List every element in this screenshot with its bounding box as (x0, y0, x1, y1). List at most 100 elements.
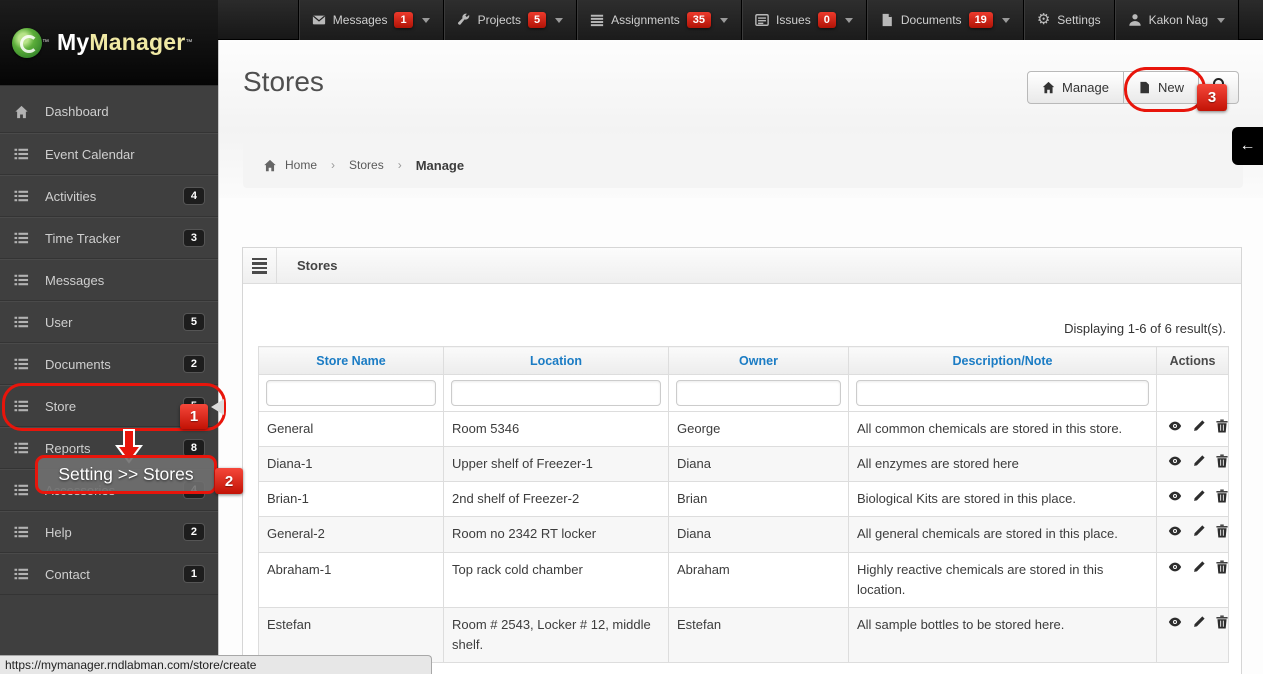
sidebar-item-time-tracker[interactable]: Time Tracker 3 (0, 217, 218, 259)
contact-count-badge: 1 (183, 566, 204, 582)
view-eye-icon[interactable] (1168, 489, 1182, 503)
nav-issues-label: Issues (776, 13, 811, 27)
delete-trash-icon[interactable] (1215, 419, 1229, 433)
sidebar-item-user[interactable]: User 5 (0, 301, 218, 343)
delete-trash-icon[interactable] (1215, 454, 1229, 468)
column-header-owner[interactable]: Owner (668, 346, 849, 375)
chevron-down-icon (844, 17, 853, 23)
delete-trash-icon[interactable] (1215, 560, 1229, 574)
nav-assignments[interactable]: Assignments 35 (576, 0, 742, 40)
delete-trash-icon[interactable] (1215, 489, 1229, 503)
view-eye-icon[interactable] (1168, 524, 1182, 538)
manage-button[interactable]: Manage (1027, 71, 1124, 104)
chevron-down-icon (1001, 17, 1010, 23)
filter-location-input[interactable] (451, 380, 661, 406)
update-pencil-icon[interactable] (1192, 524, 1206, 538)
sidebar-item-label: Dashboard (45, 104, 109, 119)
view-eye-icon[interactable] (1168, 454, 1182, 468)
cell-description: Highly reactive chemicals are stored in … (848, 551, 1157, 608)
reports-count-badge: 8 (183, 440, 204, 456)
nav-issues[interactable]: Issues 0 (741, 0, 866, 40)
view-eye-icon[interactable] (1168, 560, 1182, 574)
nav-documents[interactable]: Documents 19 (865, 0, 1023, 40)
panel-menu-button[interactable] (243, 248, 277, 283)
grid-summary: Displaying 1-6 of 6 result(s). (1064, 321, 1226, 336)
brand-manager: Manager (89, 29, 186, 55)
update-pencil-icon[interactable] (1192, 560, 1206, 574)
breadcrumb-home[interactable]: Home (285, 158, 317, 172)
documents-count-badge: 2 (183, 356, 204, 372)
cell-location: Room no 2342 RT locker (443, 516, 669, 553)
annotation-step-2-badge: 2 (215, 468, 243, 494)
column-header-description[interactable]: Description/Note (848, 346, 1157, 375)
sidebar-item-label: Help (45, 524, 72, 540)
nav-messages-label: Messages (332, 13, 388, 27)
cell-store-name: Diana-1 (258, 446, 444, 483)
nav-user-menu[interactable]: Kakon Nag (1113, 0, 1239, 40)
filter-owner-input[interactable] (676, 380, 841, 406)
delete-trash-icon[interactable] (1215, 615, 1229, 629)
manage-button-label: Manage (1062, 80, 1109, 95)
nav-settings-label: Settings (1057, 13, 1101, 27)
sidebar-item-help[interactable]: Help 2 (0, 511, 218, 553)
update-pencil-icon[interactable] (1192, 615, 1206, 629)
sidebar-item-messages[interactable]: Messages (0, 259, 218, 301)
page-header: Stores Manage New (219, 40, 1263, 130)
sidebar-item-label: User (45, 314, 73, 330)
filter-description-input[interactable] (856, 380, 1149, 406)
sort-link-location[interactable]: Location (530, 354, 582, 368)
cell-store-name: General-2 (258, 516, 444, 553)
table-row: Abraham-1 Top rack cold chamber Abraham … (258, 551, 1229, 608)
column-header-location[interactable]: Location (443, 346, 669, 375)
nav-documents-label: Documents (900, 13, 962, 27)
chevron-down-icon (555, 17, 564, 23)
update-pencil-icon[interactable] (1192, 489, 1206, 503)
hamburger-icon (252, 256, 267, 276)
view-eye-icon[interactable] (1168, 419, 1182, 433)
activities-count-badge: 4 (183, 188, 204, 204)
time-tracker-count-badge: 3 (183, 230, 204, 246)
sort-link-description[interactable]: Description/Note (952, 354, 1052, 368)
column-header-store-name[interactable]: Store Name (258, 346, 444, 375)
filter-store-name-input[interactable] (266, 380, 436, 406)
cell-actions (1156, 551, 1229, 608)
sort-link-store-name[interactable]: Store Name (316, 354, 385, 368)
breadcrumb: Home › Stores › Manage (243, 142, 1243, 188)
sidebar-item-documents[interactable]: Documents 2 (0, 343, 218, 385)
cell-store-name: Brian-1 (258, 481, 444, 518)
cell-actions (1156, 516, 1229, 553)
update-pencil-icon[interactable] (1192, 419, 1206, 433)
nav-messages[interactable]: Messages 1 (297, 0, 443, 40)
list-icon (14, 483, 30, 497)
status-url: https://mymanager.rndlabman.com/store/cr… (5, 658, 257, 672)
cell-location: Room # 2543, Locker # 12, middle shelf. (443, 606, 669, 664)
sidebar-item-label: Contact (45, 566, 90, 582)
delete-trash-icon[interactable] (1215, 524, 1229, 538)
user-count-badge: 5 (183, 314, 204, 330)
sidebar-item-contact[interactable]: Contact 1 (0, 553, 218, 595)
help-count-badge: 2 (183, 524, 204, 540)
cell-location: Upper shelf of Freezer-1 (443, 446, 669, 483)
app-logo[interactable]: ™ MyManager ™ (0, 0, 218, 86)
sidebar-item-activities[interactable]: Activities 4 (0, 175, 218, 217)
trademark-symbol: ™ (42, 39, 49, 46)
breadcrumb-stores[interactable]: Stores (349, 158, 384, 172)
nav-projects[interactable]: Projects 5 (442, 0, 577, 40)
cursor-pointer-annotation (211, 399, 224, 415)
cell-description: Biological Kits are stored in this place… (848, 481, 1157, 518)
sidebar-item-label: Activities (45, 188, 97, 204)
user-name-label: Kakon Nag (1148, 13, 1208, 27)
update-pencil-icon[interactable] (1192, 454, 1206, 468)
annotation-circle-new-button (1124, 67, 1206, 112)
panel-collapse-tab[interactable]: ← (1232, 127, 1263, 165)
cell-store-name: Abraham-1 (258, 551, 444, 608)
brand-my: My (57, 29, 90, 55)
cell-owner: George (668, 410, 849, 448)
view-eye-icon[interactable] (1168, 615, 1182, 629)
sort-link-owner[interactable]: Owner (739, 354, 778, 368)
cell-actions (1156, 481, 1229, 518)
nav-settings[interactable]: ⚙ Settings (1022, 0, 1114, 40)
sidebar-item-event-calendar[interactable]: Event Calendar (0, 133, 218, 175)
sidebar-item-dashboard[interactable]: Dashboard (0, 91, 218, 133)
sidebar-item-label: Event Calendar (45, 146, 135, 162)
